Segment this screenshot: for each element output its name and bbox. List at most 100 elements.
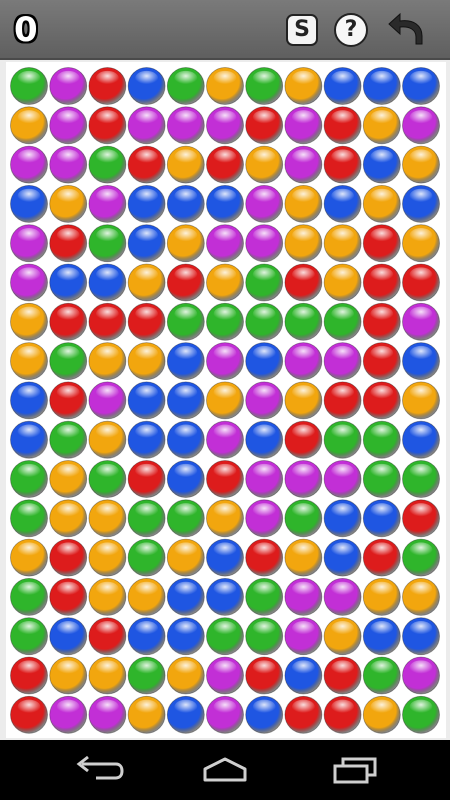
red-ball[interactable] [362,538,401,577]
orange-ball[interactable] [284,67,323,105]
blue-ball[interactable] [166,617,205,656]
blue-ball[interactable] [323,184,362,223]
blue-ball[interactable] [127,381,166,420]
blue-ball[interactable] [362,145,401,184]
orange-ball[interactable] [166,145,205,184]
orange-ball[interactable] [49,460,88,498]
blue-ball[interactable] [206,538,244,577]
orange-ball[interactable] [362,578,401,616]
orange-ball[interactable] [323,263,362,302]
blue-ball[interactable] [127,420,166,459]
red-ball[interactable] [402,263,440,302]
green-ball[interactable] [10,460,48,498]
red-ball[interactable] [362,224,401,263]
green-ball[interactable] [402,460,440,498]
red-ball[interactable] [245,656,284,695]
purple-ball[interactable] [284,460,323,498]
red-ball[interactable] [49,578,88,616]
blue-ball[interactable] [323,67,362,105]
red-ball[interactable] [245,106,284,145]
orange-ball[interactable] [206,67,244,105]
purple-ball[interactable] [206,656,244,695]
green-ball[interactable] [49,342,88,381]
green-ball[interactable] [362,420,401,459]
blue-ball[interactable] [402,342,440,381]
blue-ball[interactable] [127,67,166,105]
red-ball[interactable] [88,617,127,656]
red-ball[interactable] [206,460,244,498]
orange-ball[interactable] [127,342,166,381]
red-ball[interactable] [166,263,205,302]
blue-ball[interactable] [166,695,205,734]
blue-ball[interactable] [49,617,88,656]
orange-ball[interactable] [88,656,127,695]
orange-ball[interactable] [88,420,127,459]
green-ball[interactable] [323,302,362,341]
green-ball[interactable] [245,617,284,656]
red-ball[interactable] [88,302,127,341]
recent-apps-button[interactable] [325,754,385,786]
orange-ball[interactable] [284,538,323,577]
green-ball[interactable] [10,578,48,616]
blue-ball[interactable] [402,420,440,459]
green-ball[interactable] [284,302,323,341]
green-ball[interactable] [166,67,205,105]
purple-ball[interactable] [323,342,362,381]
orange-ball[interactable] [10,342,48,381]
blue-ball[interactable] [127,184,166,223]
red-ball[interactable] [284,263,323,302]
green-ball[interactable] [245,302,284,341]
back-button[interactable] [66,754,126,786]
purple-ball[interactable] [166,106,205,145]
green-ball[interactable] [49,420,88,459]
blue-ball[interactable] [206,578,244,616]
orange-ball[interactable] [49,184,88,223]
blue-ball[interactable] [10,381,48,420]
purple-ball[interactable] [245,184,284,223]
blue-ball[interactable] [323,538,362,577]
green-ball[interactable] [166,302,205,341]
green-ball[interactable] [166,499,205,538]
orange-ball[interactable] [323,617,362,656]
blue-ball[interactable] [245,420,284,459]
orange-ball[interactable] [127,578,166,616]
green-ball[interactable] [10,67,48,105]
green-ball[interactable] [88,145,127,184]
purple-ball[interactable] [323,578,362,616]
blue-ball[interactable] [166,184,205,223]
blue-ball[interactable] [245,695,284,734]
green-ball[interactable] [127,656,166,695]
blue-ball[interactable] [206,184,244,223]
purple-ball[interactable] [88,184,127,223]
red-ball[interactable] [323,381,362,420]
purple-ball[interactable] [127,106,166,145]
blue-ball[interactable] [166,420,205,459]
blue-ball[interactable] [323,499,362,538]
green-ball[interactable] [206,617,244,656]
purple-ball[interactable] [245,381,284,420]
red-ball[interactable] [88,106,127,145]
purple-ball[interactable] [284,578,323,616]
red-ball[interactable] [49,538,88,577]
purple-ball[interactable] [10,263,48,302]
purple-ball[interactable] [49,67,88,105]
green-ball[interactable] [362,460,401,498]
orange-ball[interactable] [206,263,244,302]
orange-ball[interactable] [402,578,440,616]
purple-ball[interactable] [284,342,323,381]
blue-ball[interactable] [166,342,205,381]
green-ball[interactable] [127,538,166,577]
orange-ball[interactable] [362,184,401,223]
orange-ball[interactable] [10,538,48,577]
red-ball[interactable] [402,499,440,538]
purple-ball[interactable] [245,499,284,538]
orange-ball[interactable] [88,342,127,381]
blue-ball[interactable] [166,381,205,420]
blue-ball[interactable] [166,578,205,616]
orange-ball[interactable] [402,381,440,420]
green-ball[interactable] [127,499,166,538]
blue-ball[interactable] [10,420,48,459]
purple-ball[interactable] [206,695,244,734]
red-ball[interactable] [362,342,401,381]
orange-ball[interactable] [206,499,244,538]
